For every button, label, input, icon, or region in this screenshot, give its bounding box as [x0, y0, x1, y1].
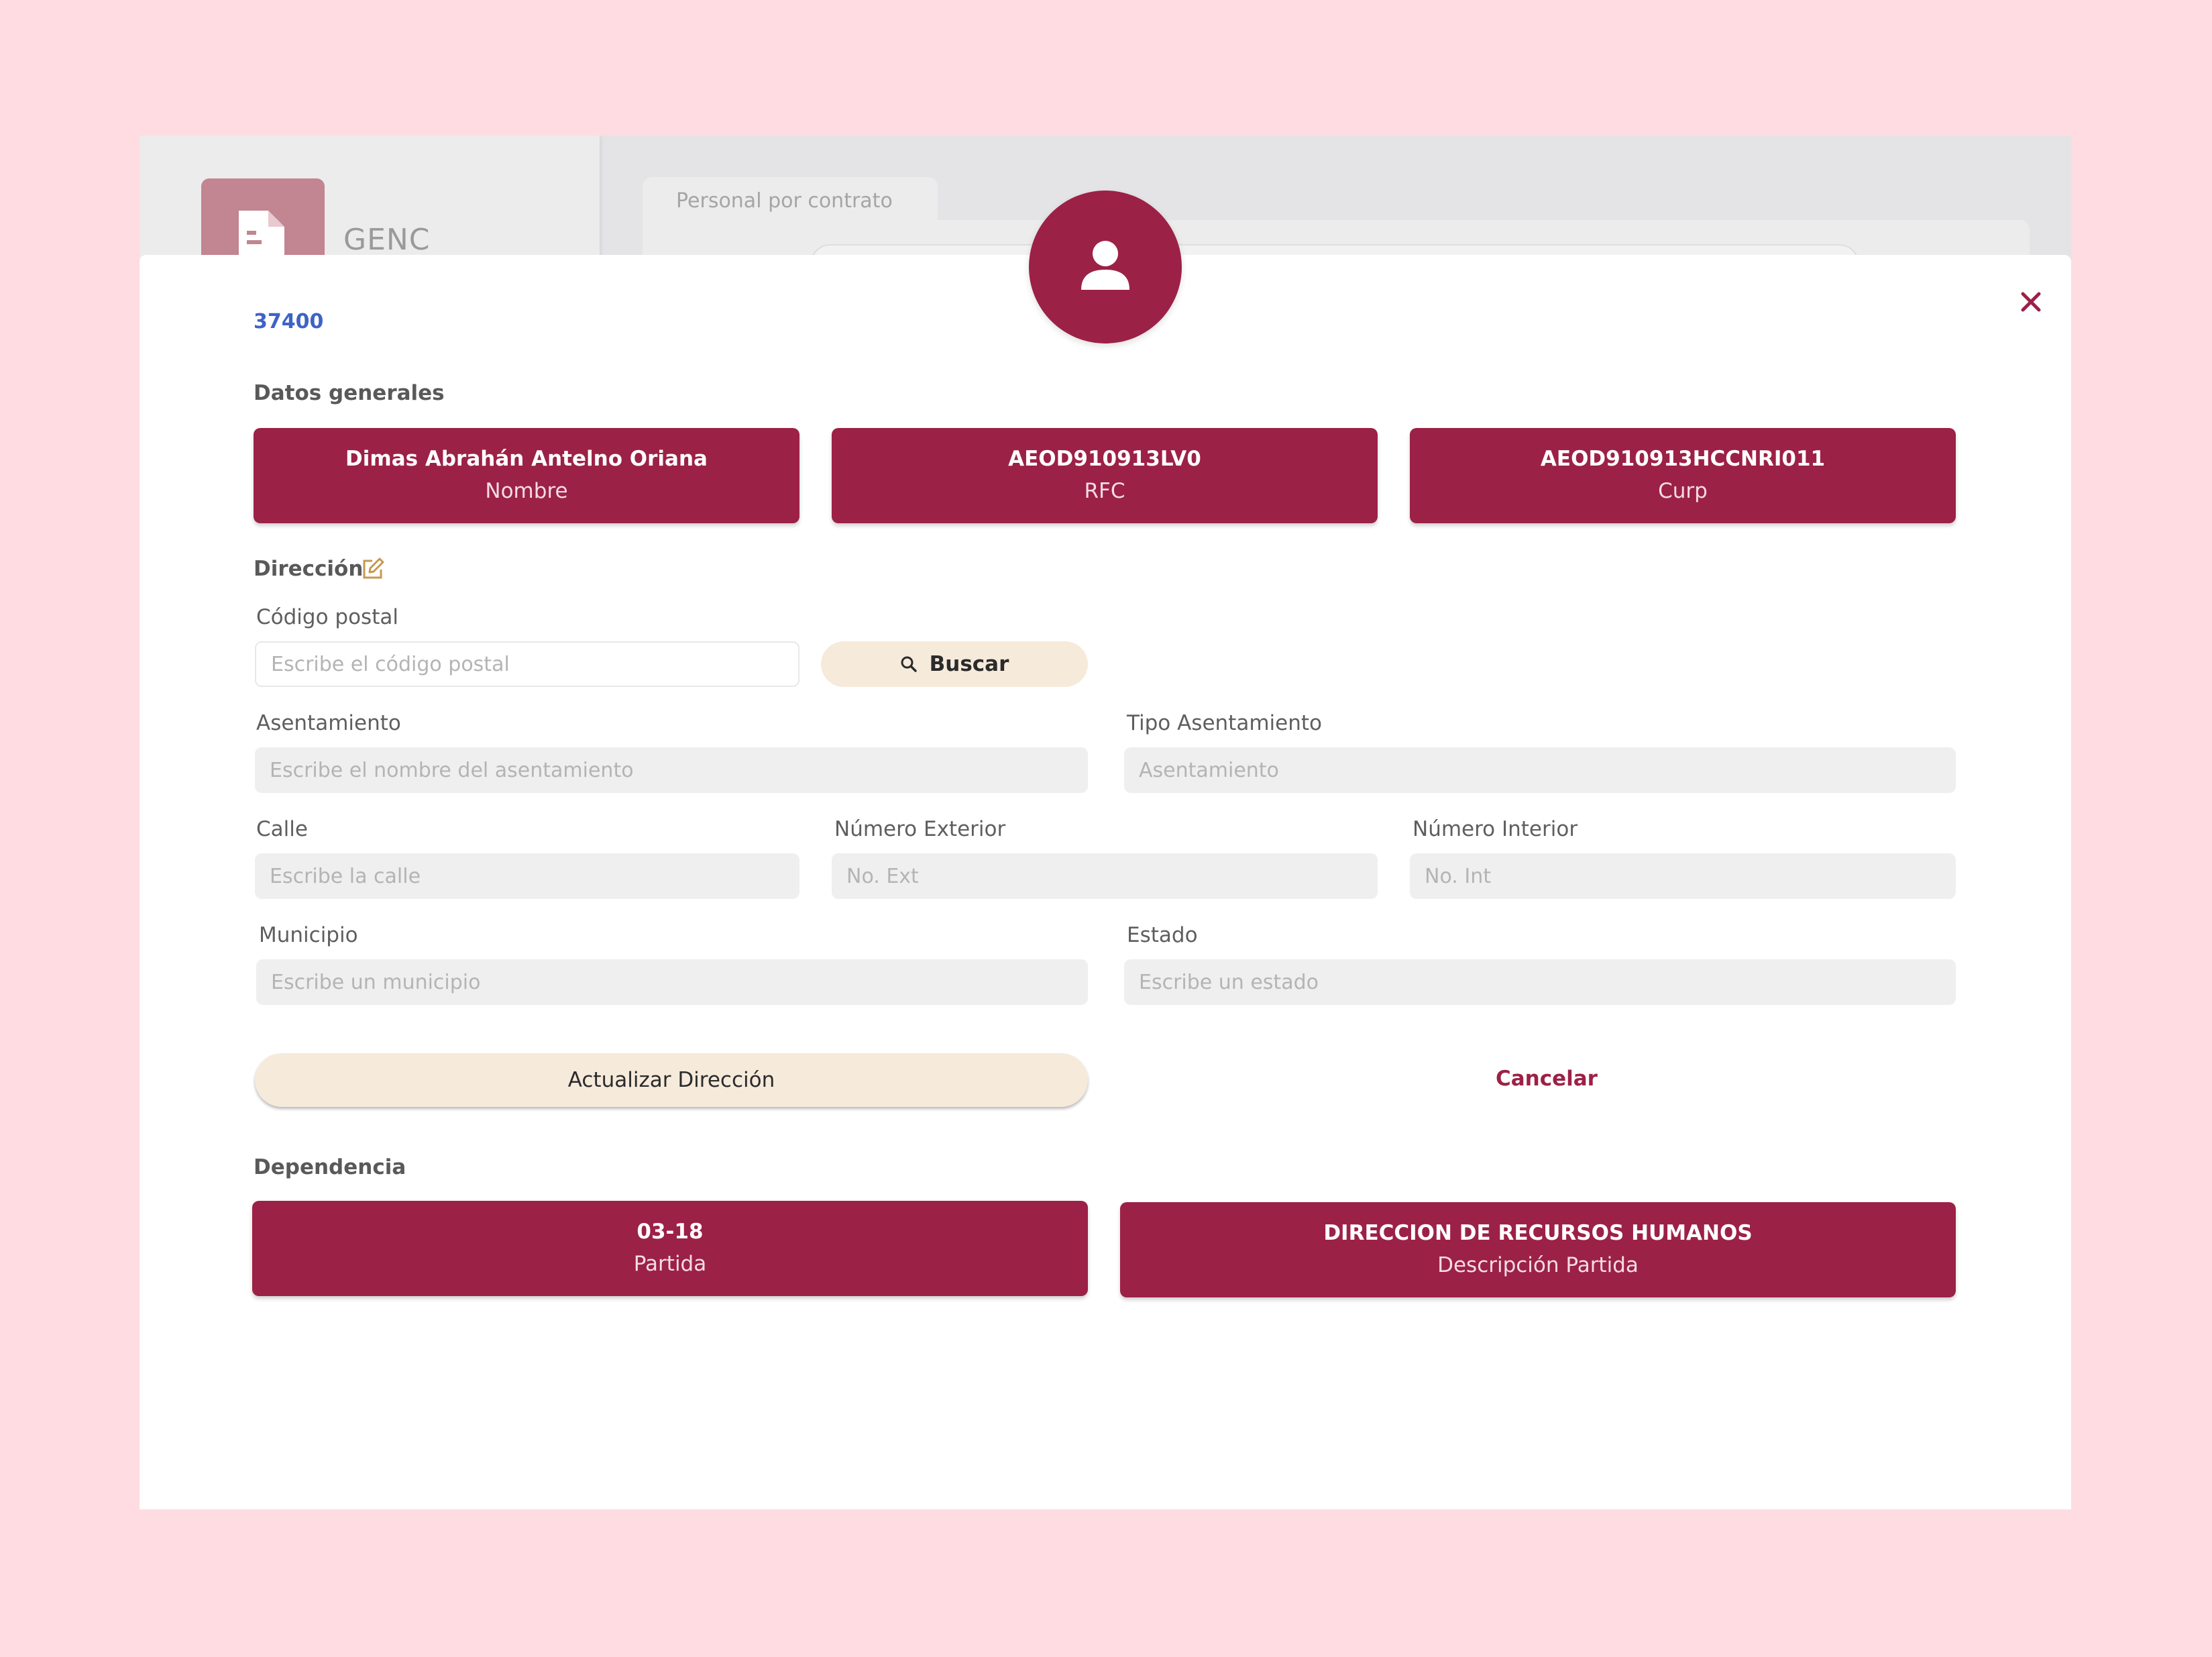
- user-icon: [1081, 241, 1129, 290]
- general-section-title: Datos generales: [254, 381, 445, 405]
- settlement-input[interactable]: [255, 747, 1088, 793]
- tab-label: Personal por contrato: [676, 189, 893, 213]
- state-label: Estado: [1127, 923, 1198, 947]
- state-input[interactable]: [1124, 959, 1956, 1005]
- partida-description-value: DIRECCION DE RECURSOS HUMANOS: [1323, 1221, 1753, 1245]
- postal-code-input[interactable]: [255, 641, 799, 687]
- municipality-label: Municipio: [259, 923, 358, 947]
- tab-personal-por-contrato[interactable]: Personal por contrato: [643, 177, 938, 231]
- municipality-input[interactable]: [256, 959, 1088, 1005]
- search-button-label: Buscar: [929, 652, 1009, 676]
- int-number-label: Número Interior: [1413, 817, 1578, 841]
- curp-card: AEOD910913HCCNRI011 Curp: [1410, 428, 1956, 523]
- settlement-label: Asentamiento: [256, 711, 401, 735]
- search-button[interactable]: Buscar: [821, 641, 1088, 687]
- rfc-value: AEOD910913LV0: [1008, 447, 1201, 471]
- rfc-label: RFC: [1084, 479, 1125, 503]
- ext-number-label: Número Exterior: [834, 817, 1006, 841]
- name-label: Nombre: [485, 479, 568, 503]
- app-name: GENC: [343, 223, 431, 257]
- partida-card: 03-18 Partida: [252, 1201, 1088, 1296]
- partida-description-label: Descripción Partida: [1437, 1253, 1639, 1277]
- dependency-section-title: Dependencia: [254, 1155, 406, 1179]
- partida-value: 03-18: [637, 1220, 704, 1244]
- close-icon: [2021, 292, 2041, 312]
- ext-number-input[interactable]: [832, 853, 1378, 899]
- search-icon: [901, 656, 917, 672]
- settlement-type-input[interactable]: [1124, 747, 1956, 793]
- settlement-type-label: Tipo Asentamiento: [1127, 711, 1322, 735]
- rfc-card: AEOD910913LV0 RFC: [832, 428, 1378, 523]
- update-address-button[interactable]: Actualizar Dirección: [255, 1053, 1088, 1107]
- street-label: Calle: [256, 817, 308, 841]
- int-number-input[interactable]: [1410, 853, 1956, 899]
- curp-label: Curp: [1658, 479, 1708, 503]
- address-section-title: Dirección: [254, 557, 364, 581]
- edit-address-button[interactable]: [361, 557, 385, 584]
- close-button[interactable]: [2017, 288, 2044, 315]
- partida-description-card: DIRECCION DE RECURSOS HUMANOS Descripció…: [1120, 1202, 1956, 1297]
- partida-label: Partida: [633, 1252, 707, 1276]
- employee-id: 37400: [254, 310, 324, 333]
- street-input[interactable]: [255, 853, 799, 899]
- curp-value: AEOD910913HCCNRI011: [1540, 447, 1826, 471]
- cancel-button[interactable]: Cancelar: [1496, 1067, 1598, 1091]
- name-card: Dimas Abrahán Antelno Oriana Nombre: [254, 428, 799, 523]
- postal-code-label: Código postal: [256, 605, 398, 629]
- avatar: [1029, 191, 1182, 343]
- edit-icon: [363, 557, 384, 579]
- name-value: Dimas Abrahán Antelno Oriana: [345, 447, 708, 471]
